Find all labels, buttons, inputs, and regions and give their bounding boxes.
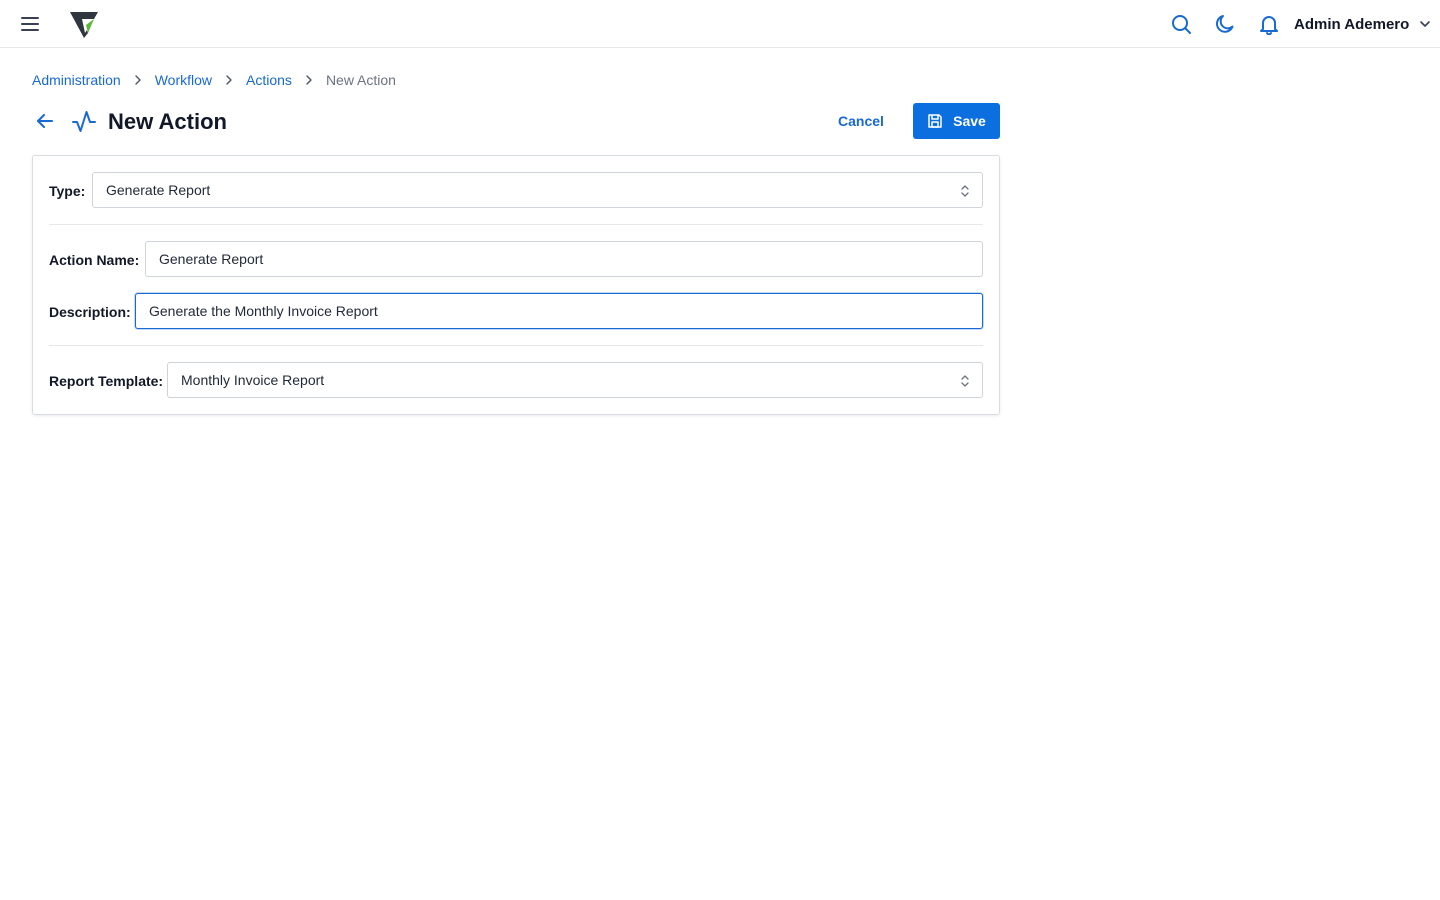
- save-button-label: Save: [953, 113, 986, 129]
- select-arrows-icon: [961, 375, 969, 387]
- page-title: New Action: [108, 109, 227, 134]
- action-name-value: Generate Report: [159, 251, 264, 267]
- chevron-right-icon: [121, 75, 155, 85]
- divider: [49, 224, 983, 225]
- back-arrow-icon[interactable]: [34, 110, 56, 132]
- report-template-select[interactable]: Monthly Invoice Report: [167, 362, 983, 398]
- save-icon: [928, 114, 942, 128]
- activity-icon: [71, 109, 97, 135]
- action-name-input[interactable]: Generate Report: [145, 241, 983, 277]
- breadcrumb-actions[interactable]: Actions: [246, 72, 292, 88]
- chevron-right-icon: [212, 75, 246, 85]
- menu-icon[interactable]: [19, 14, 41, 34]
- divider: [49, 345, 983, 346]
- search-icon[interactable]: [1170, 13, 1192, 35]
- action-form-card: Type: Generate Report Action Name: Gener…: [32, 155, 1000, 415]
- description-value: Generate the Monthly Invoice Report: [149, 303, 378, 319]
- breadcrumb-workflow[interactable]: Workflow: [155, 72, 212, 88]
- breadcrumb-administration[interactable]: Administration: [32, 72, 121, 88]
- app-logo[interactable]: [68, 8, 100, 40]
- user-menu[interactable]: Admin Ademero: [1294, 13, 1431, 35]
- type-label: Type:: [49, 183, 86, 199]
- save-button[interactable]: Save: [913, 103, 1000, 139]
- breadcrumb: Administration Workflow Actions New Acti…: [32, 71, 396, 89]
- breadcrumb-current: New Action: [325, 72, 396, 88]
- cancel-button[interactable]: Cancel: [826, 103, 896, 139]
- description-input[interactable]: Generate the Monthly Invoice Report: [135, 293, 983, 329]
- user-name: Admin Ademero: [1294, 15, 1410, 33]
- report-template-value: Monthly Invoice Report: [181, 372, 325, 388]
- top-navbar: Admin Ademero: [0, 0, 1440, 48]
- type-select-value: Generate Report: [106, 182, 211, 198]
- action-name-label: Action Name:: [49, 252, 140, 268]
- report-template-label: Report Template:: [49, 373, 164, 389]
- type-select[interactable]: Generate Report: [92, 172, 983, 208]
- moon-icon[interactable]: [1214, 13, 1236, 35]
- chevron-down-icon: [1420, 21, 1431, 27]
- select-arrows-icon: [961, 185, 969, 197]
- bell-icon[interactable]: [1258, 13, 1280, 36]
- chevron-right-icon: [292, 75, 326, 85]
- description-label: Description:: [49, 304, 131, 320]
